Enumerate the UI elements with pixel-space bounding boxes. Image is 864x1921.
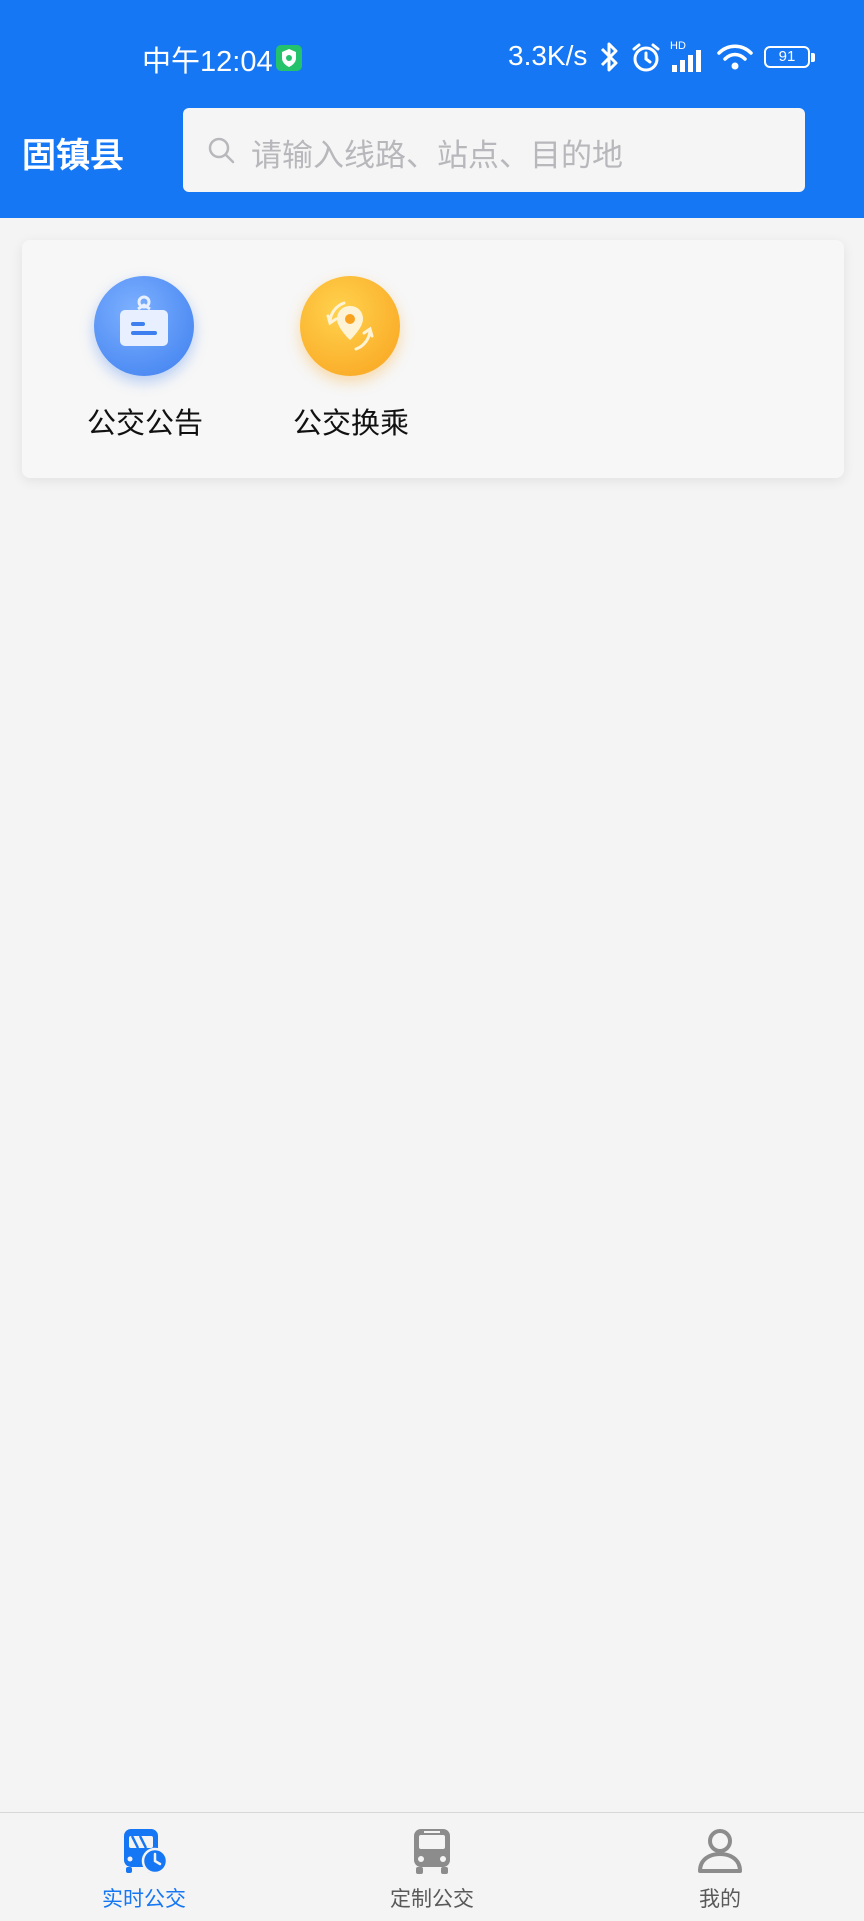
bus-notice-button[interactable]: 公交公告	[60, 276, 230, 446]
tab-custom-bus-label: 定制公交	[390, 1887, 474, 1911]
status-time: 中午12:04	[142, 46, 273, 78]
security-shield-icon	[276, 45, 302, 71]
tab-custom-bus[interactable]: 定制公交	[332, 1813, 532, 1921]
realtime-bus-icon	[124, 1829, 169, 1875]
wifi-icon	[717, 44, 753, 70]
search-placeholder: 请输入线路、站点、目的地	[251, 138, 623, 174]
battery-indicator: 91	[764, 46, 815, 68]
bus-transfer-label: 公交换乘	[292, 406, 409, 440]
bus-transfer-button[interactable]: 公交换乘	[266, 276, 436, 446]
search-icon	[208, 137, 235, 164]
transfer-location-icon	[300, 276, 400, 376]
bluetooth-icon	[600, 42, 618, 72]
bus-icon	[414, 1829, 450, 1874]
cell-signal-icon	[672, 50, 701, 72]
bus-notice-label: 公交公告	[86, 406, 203, 440]
quick-actions-card: 公交公告 公交换乘	[22, 240, 844, 478]
tab-mine-label: 我的	[699, 1887, 741, 1911]
app-header: 中午12:04 3.3K/s HD 91 固镇县 请输入线路、站点、目的地	[0, 0, 864, 218]
notice-board-icon	[94, 276, 194, 376]
city-selector[interactable]: 固镇县	[22, 128, 124, 177]
tab-mine[interactable]: 我的	[620, 1813, 820, 1921]
tab-realtime-bus[interactable]: 实时公交	[44, 1813, 244, 1921]
search-input[interactable]: 请输入线路、站点、目的地	[183, 108, 805, 192]
user-icon	[698, 1829, 742, 1873]
network-speed: 3.3K/s	[508, 40, 588, 71]
status-bar: 中午12:04 3.3K/s HD 91	[0, 0, 864, 110]
alarm-clock-icon	[632, 43, 660, 72]
bottom-navigation: 实时公交 定制公交 我的	[0, 1812, 864, 1921]
tab-realtime-bus-label: 实时公交	[102, 1887, 186, 1911]
